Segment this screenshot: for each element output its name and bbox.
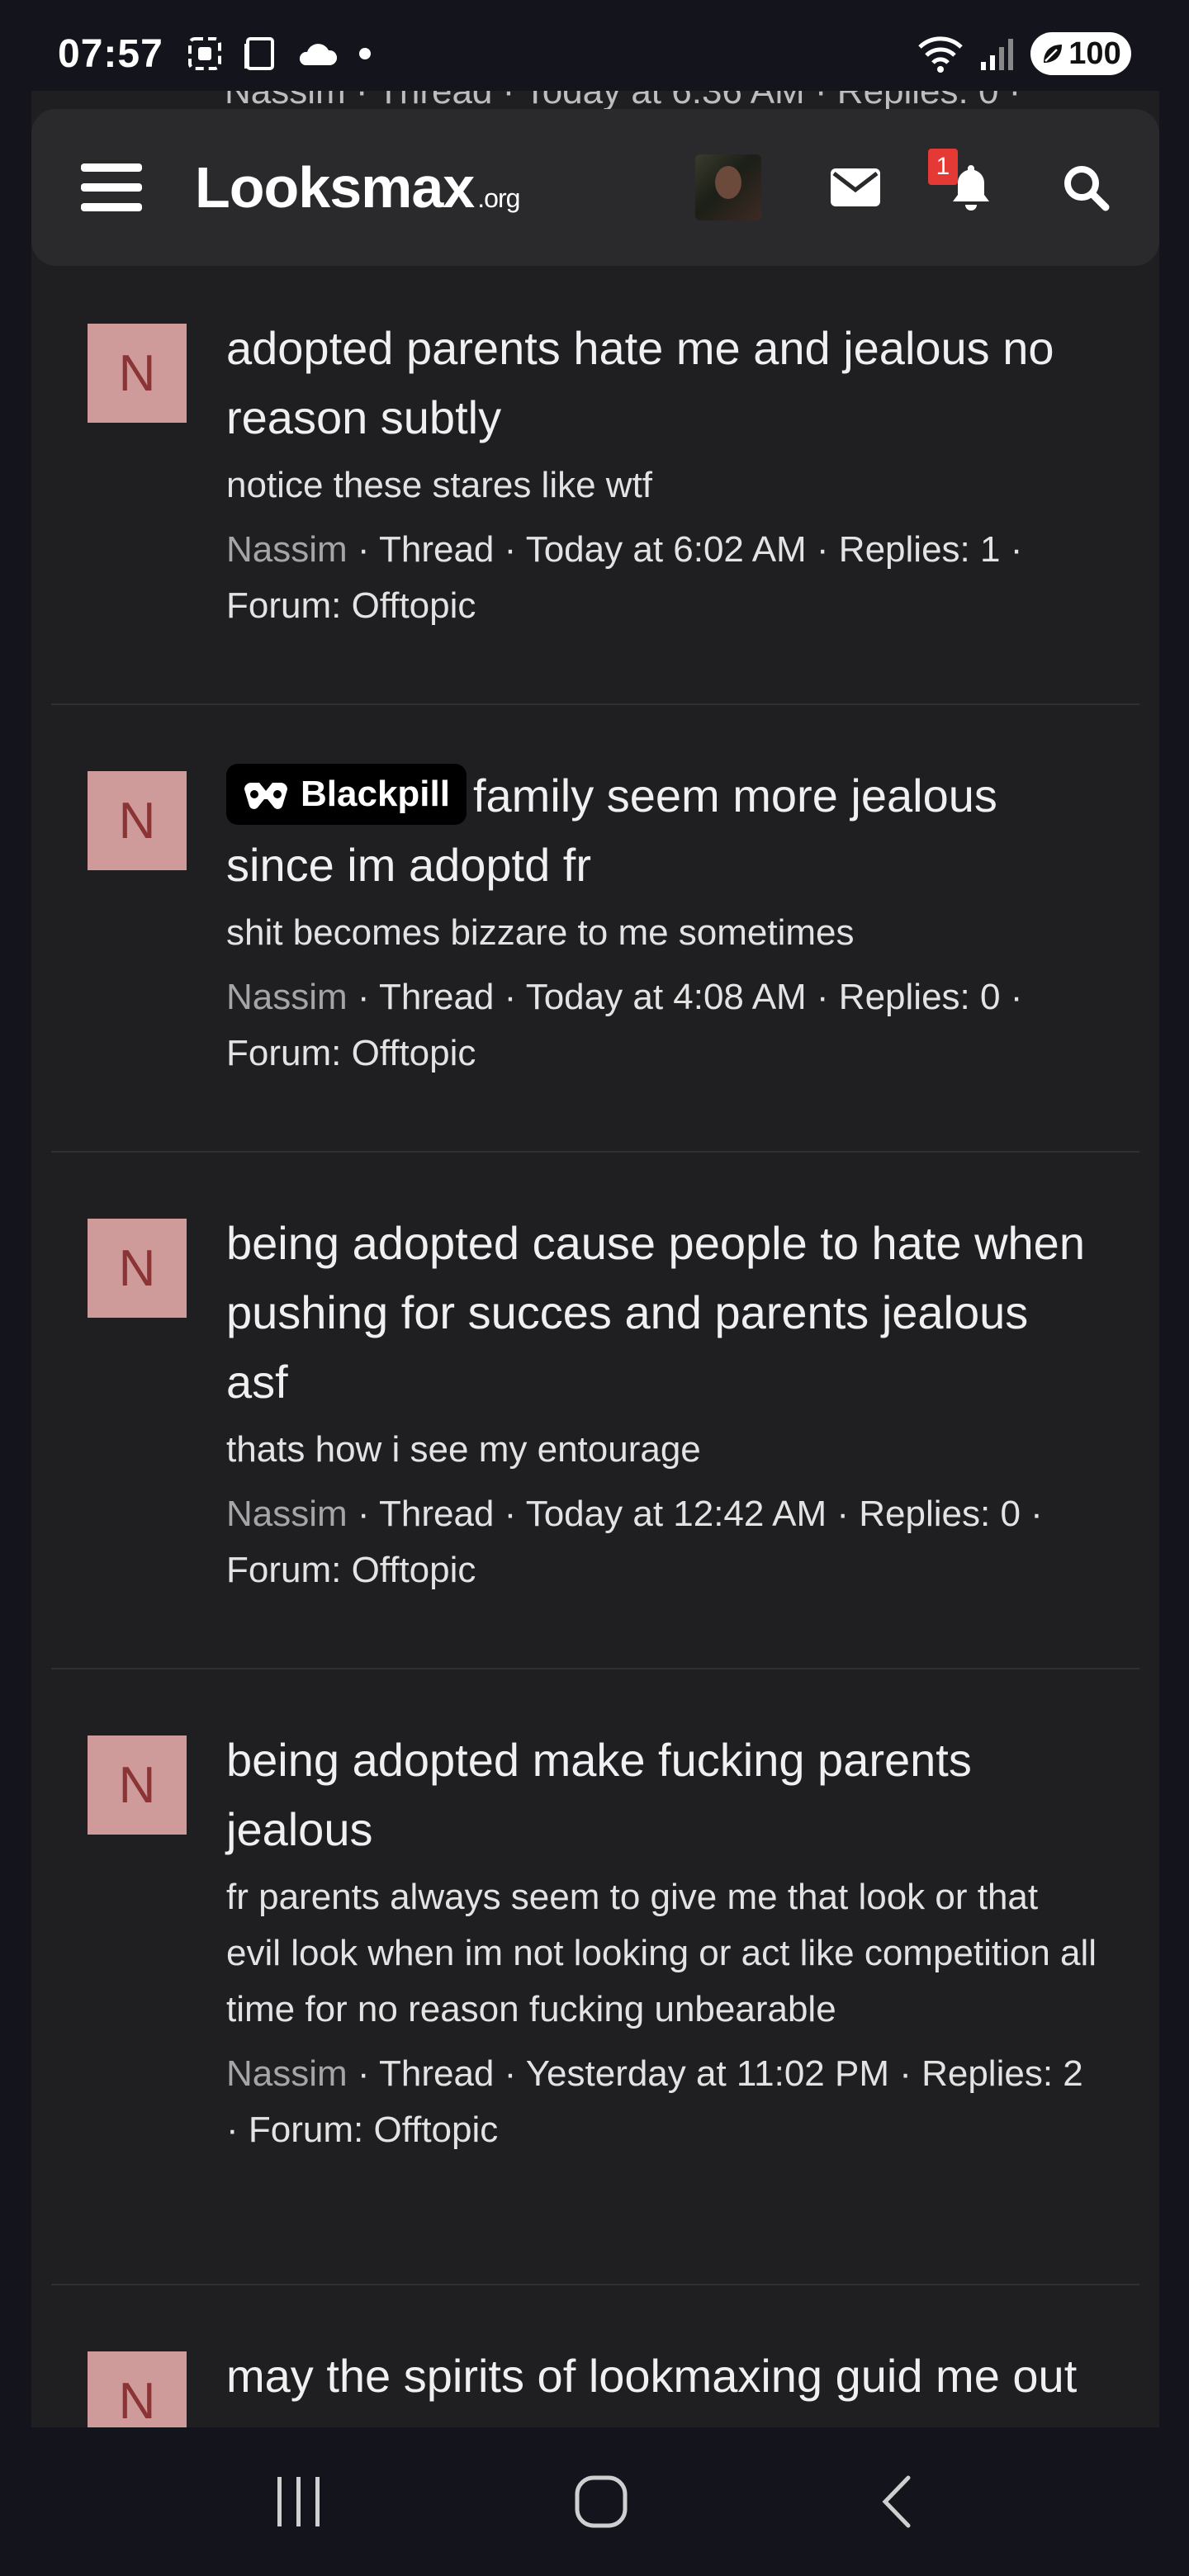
dot-icon [358, 48, 371, 59]
system-nav-bar [0, 2427, 1189, 2576]
thread-snippet: thats how i see my entourage [226, 1429, 701, 1470]
thread-meta-text: · Thread · Yesterday at 11:02 PM · Repli… [226, 2053, 1083, 2150]
status-icons-right: 100 [917, 32, 1131, 75]
alerts-button[interactable]: 1 [928, 149, 992, 211]
home-icon[interactable] [574, 2474, 628, 2529]
thread-snippet: notice these stares like wtf [226, 465, 653, 505]
thread-item[interactable]: N being adopted make fucking parents jea… [51, 1669, 1139, 2285]
thread-meta: Nassim · Thread · Today at 6:02 AM · Rep… [226, 522, 1101, 634]
wifi-icon [918, 36, 963, 73]
signal-icon [981, 39, 1013, 70]
back-icon[interactable] [879, 2474, 915, 2529]
thread-item[interactable]: N may the spirits of lookmaxing guid me … [51, 2285, 1139, 2427]
thread-author[interactable]: Nassim [226, 529, 348, 570]
thread-author[interactable]: Nassim [226, 2053, 348, 2094]
header-actions: 1 [695, 149, 1110, 220]
thread-item[interactable]: N Blackpill family seem more jealous sin… [51, 705, 1139, 1153]
inbox-button[interactable] [831, 168, 880, 206]
avatar[interactable]: N [88, 771, 187, 870]
gamepad-icon [244, 783, 287, 810]
thread-meta: Nassim · Thread · Yesterday at 11:02 PM … [226, 2046, 1101, 2158]
status-time: 07:57 [58, 31, 163, 76]
thread-title[interactable]: being adopted cause people to hate when … [226, 1209, 1101, 1417]
thread-title[interactable]: adopted parents hate me and jealous no r… [226, 314, 1101, 452]
thread-title[interactable]: may the spirits of lookmaxing guid me ou… [226, 2342, 1101, 2427]
search-icon [1064, 166, 1110, 211]
cloud-icon [299, 44, 337, 65]
screenshot-icon [187, 37, 221, 70]
thread-author[interactable]: Nassim [226, 977, 348, 1017]
status-icons-left [187, 36, 373, 72]
thread-body: being adopted cause people to hate when … [226, 1209, 1101, 1598]
envelope-icon [831, 168, 880, 206]
avatar[interactable]: N [88, 1735, 187, 1835]
thread-body: adopted parents hate me and jealous no r… [226, 314, 1101, 634]
logo-text: Looksmax [195, 155, 475, 220]
thread-body: Blackpill family seem more jealous since… [226, 761, 1101, 1082]
site-header: Looksmax .org 1 [31, 109, 1159, 266]
avatar[interactable]: N [88, 1219, 187, 1318]
thread-title[interactable]: Blackpill family seem more jealous since… [226, 761, 1101, 900]
leaf-icon [1044, 45, 1063, 63]
thread-author[interactable]: Nassim [226, 1494, 348, 1534]
prefix-label-blackpill[interactable]: Blackpill [226, 764, 467, 826]
site-logo[interactable]: Looksmax .org [195, 154, 520, 220]
avatar[interactable]: N [88, 2351, 187, 2427]
notification-badge: 1 [928, 149, 958, 185]
thread-body: being adopted make fucking parents jealo… [226, 1726, 1101, 2158]
prefix-label-text: Blackpill [301, 774, 450, 815]
thread-snippet: shit becomes bizzare to me sometimes [226, 912, 855, 953]
avatar[interactable]: N [88, 324, 187, 423]
thread-meta: Nassim · Thread · Today at 12:42 AM · Re… [226, 1486, 1101, 1598]
thread-meta: Nassim · Thread · Today at 4:08 AM · Rep… [226, 969, 1101, 1082]
battery-indicator: 100 [1030, 32, 1131, 75]
menu-icon[interactable] [81, 163, 142, 211]
user-avatar[interactable] [695, 154, 761, 220]
thread-snippet: fr parents always seem to give me that l… [226, 1877, 1097, 2029]
logo-suffix: .org [477, 183, 520, 213]
thread-list: Nassim · Thread · Today at 6:36 AM · Rep… [31, 91, 1159, 2427]
recent-apps-icon[interactable] [274, 2475, 324, 2528]
thread-body: may the spirits of lookmaxing guid me ou… [226, 2342, 1101, 2427]
thread-title[interactable]: being adopted make fucking parents jealo… [226, 1726, 1101, 1864]
thread-item[interactable]: N being adopted cause people to hate whe… [51, 1153, 1139, 1669]
thread-meta-text: · Thread · Today at 12:42 AM · Replies: … [226, 1494, 1043, 1590]
search-button[interactable] [1062, 163, 1110, 211]
battery-level: 100 [1068, 36, 1121, 71]
tablet-icon [244, 37, 274, 70]
